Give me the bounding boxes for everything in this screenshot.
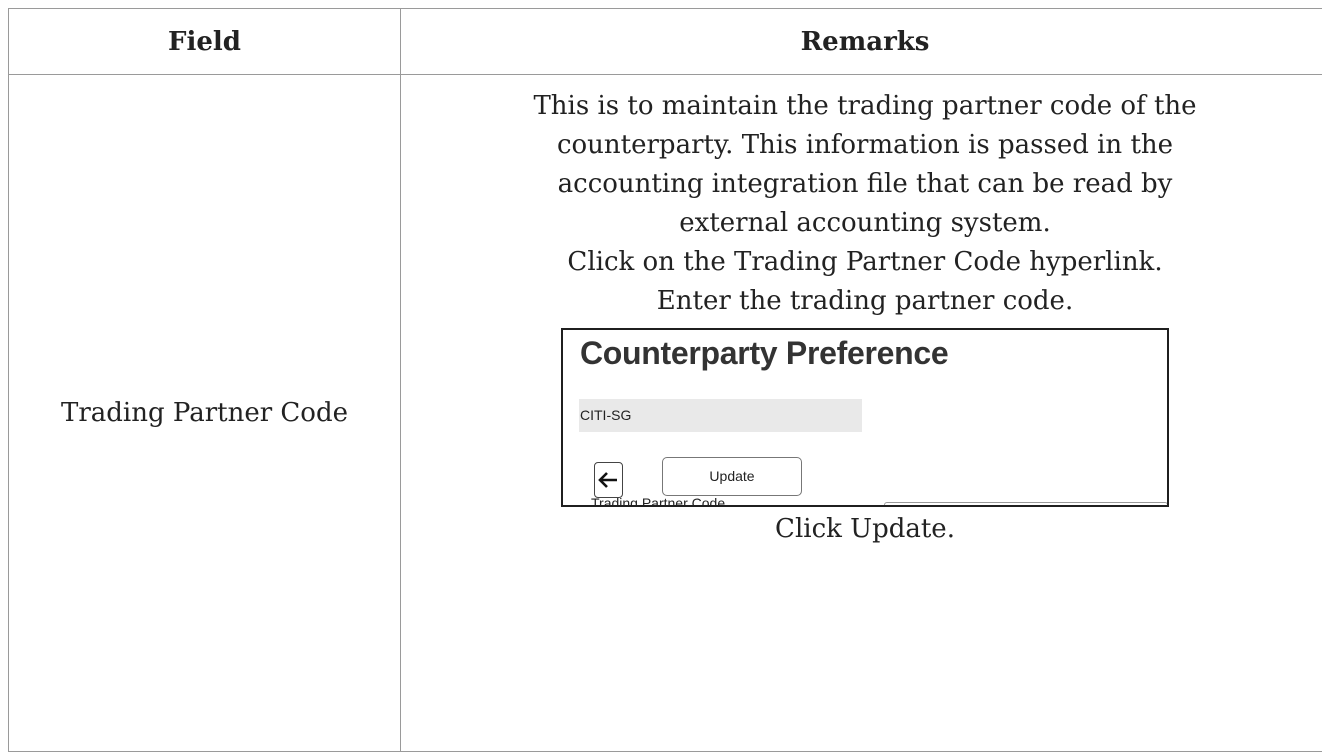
header-field: Field	[9, 9, 401, 75]
counterparty-preference-screenshot: Counterparty Preference CITI-SG Update T…	[561, 328, 1169, 507]
trading-partner-code-input[interactable]: 1234	[884, 502, 1167, 505]
screenshot-title: Counterparty Preference	[580, 333, 948, 373]
field-remarks-table: Field Remarks Trading Partner Code This …	[8, 8, 1322, 752]
header-remarks: Remarks	[401, 9, 1322, 75]
field-cell: Trading Partner Code	[9, 75, 401, 752]
remarks-line: accounting integration file that can be …	[431, 165, 1299, 204]
table-header-row: Field Remarks	[9, 9, 1322, 75]
screenshot-viewport: Counterparty Preference CITI-SG Update T…	[563, 330, 1167, 505]
remarks-line: Enter the trading partner code.	[431, 282, 1299, 321]
back-button[interactable]	[594, 462, 623, 498]
remarks-line: counterparty. This information is passed…	[431, 126, 1299, 165]
counterparty-value: CITI-SG	[580, 407, 631, 423]
final-instruction: Click Update.	[401, 510, 1322, 549]
table-row: Trading Partner Code This is to maintain…	[9, 75, 1322, 752]
counterparty-readonly-field: CITI-SG	[579, 399, 862, 432]
update-button[interactable]: Update	[662, 457, 802, 496]
remarks-line: This is to maintain the trading partner …	[431, 87, 1299, 126]
arrow-left-icon	[598, 471, 618, 489]
trading-partner-code-label: Trading Partner Code	[591, 495, 725, 505]
remarks-text: This is to maintain the trading partner …	[401, 75, 1322, 321]
remarks-line: external accounting system.	[431, 204, 1299, 243]
remarks-line: Click on the Trading Partner Code hyperl…	[431, 243, 1299, 282]
remarks-cell: This is to maintain the trading partner …	[401, 75, 1322, 752]
